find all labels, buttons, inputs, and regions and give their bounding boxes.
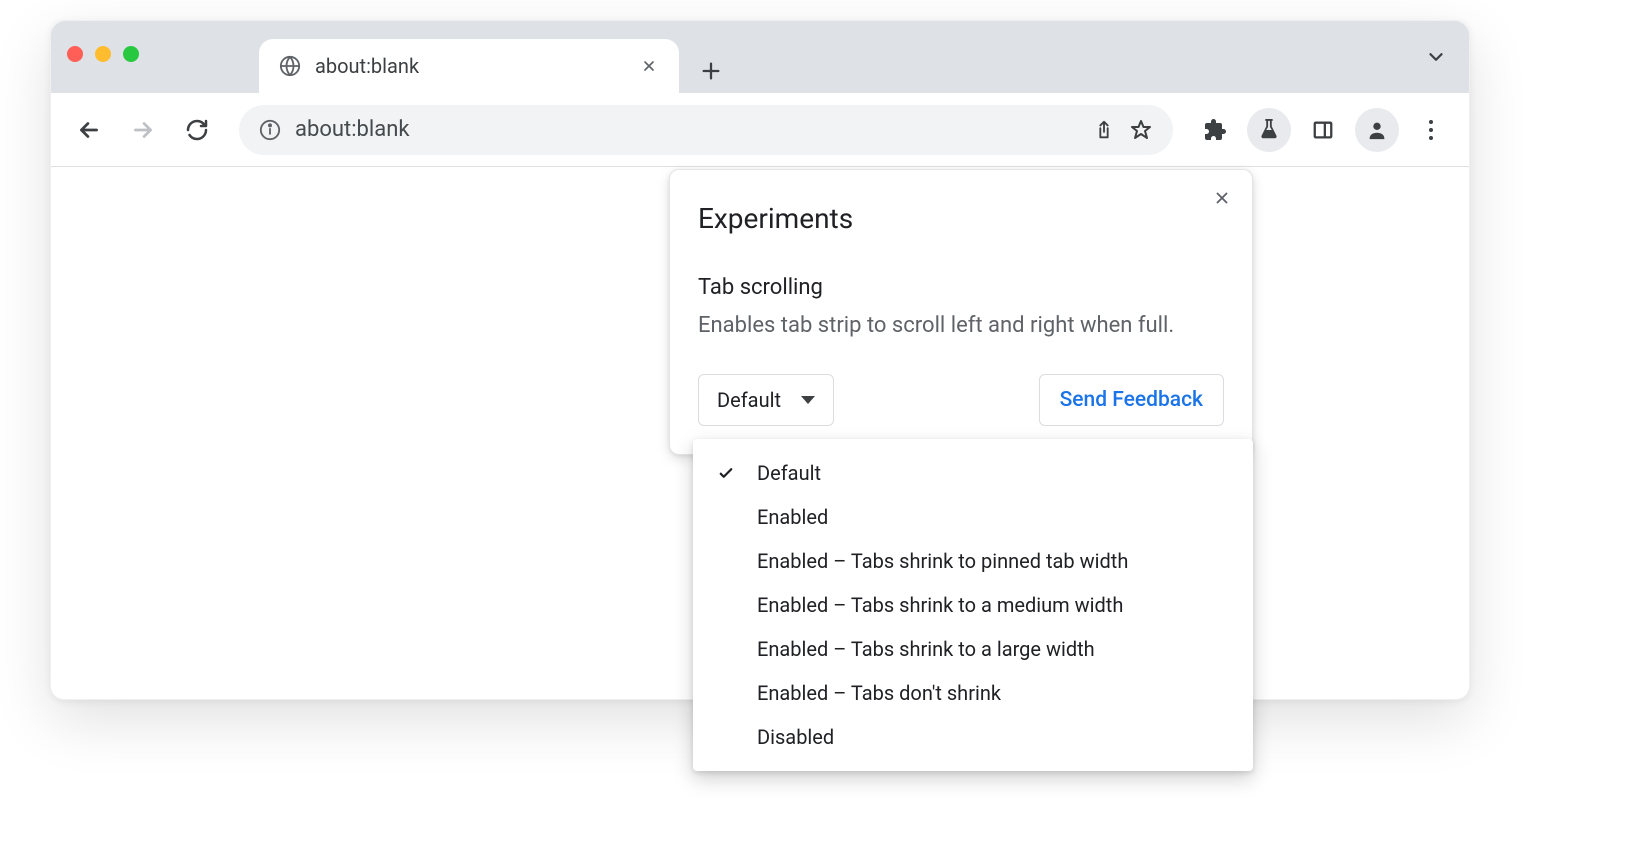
dropdown-item-label: Enabled – Tabs shrink to pinned tab widt… <box>757 549 1231 573</box>
new-tab-button[interactable] <box>689 49 733 93</box>
info-icon[interactable] <box>259 119 281 141</box>
forward-button[interactable] <box>121 108 165 152</box>
tab[interactable]: about:blank <box>259 39 679 93</box>
dropdown-item[interactable]: Enabled <box>693 495 1253 539</box>
tabs-menu-button[interactable] <box>1425 46 1447 68</box>
dropdown-item-label: Enabled <box>757 505 1231 529</box>
popup-close-button[interactable] <box>1206 182 1238 214</box>
side-panel-button[interactable] <box>1301 108 1345 152</box>
browser-window: about:blank about:blank <box>50 20 1470 700</box>
tabs-container: about:blank <box>259 21 733 93</box>
dropdown-item[interactable]: Enabled – Tabs don't shrink <box>693 671 1253 715</box>
share-icon[interactable] <box>1093 119 1115 141</box>
tab-close-button[interactable] <box>639 56 659 76</box>
dropdown-item-label: Disabled <box>757 725 1231 749</box>
reload-button[interactable] <box>175 108 219 152</box>
caret-down-icon <box>801 396 815 404</box>
vertical-dots-icon <box>1429 120 1433 140</box>
send-feedback-label: Send Feedback <box>1060 388 1203 412</box>
window-maximize-button[interactable] <box>123 46 139 62</box>
tab-title: about:blank <box>315 54 625 78</box>
dropdown-item[interactable]: Disabled <box>693 715 1253 759</box>
dropdown-item[interactable]: Enabled – Tabs shrink to a medium width <box>693 583 1253 627</box>
extensions-button[interactable] <box>1193 108 1237 152</box>
window-minimize-button[interactable] <box>95 46 111 62</box>
menu-button[interactable] <box>1409 108 1453 152</box>
dropdown-item-label: Enabled – Tabs shrink to a large width <box>757 637 1231 661</box>
send-feedback-button[interactable]: Send Feedback <box>1039 374 1224 426</box>
dropdown-item[interactable]: Default <box>693 451 1253 495</box>
window-close-button[interactable] <box>67 46 83 62</box>
experiment-select[interactable]: Default <box>698 374 834 426</box>
experiment-name: Tab scrolling <box>698 275 1224 300</box>
dropdown-item[interactable]: Enabled – Tabs shrink to a large width <box>693 627 1253 671</box>
experiment-dropdown: Default Enabled Enabled – Tabs shrink to p… <box>693 439 1253 771</box>
tab-strip: about:blank <box>51 21 1469 93</box>
toolbar: about:blank <box>51 93 1469 167</box>
omnibox-url: about:blank <box>295 117 410 142</box>
back-button[interactable] <box>67 108 111 152</box>
address-bar[interactable]: about:blank <box>239 105 1173 155</box>
dropdown-item-label: Default <box>757 461 1231 485</box>
popup-title: Experiments <box>698 202 1224 235</box>
dropdown-item[interactable]: Enabled – Tabs shrink to pinned tab widt… <box>693 539 1253 583</box>
experiments-popup: Experiments Tab scrolling Enables tab st… <box>669 169 1253 455</box>
check-icon <box>715 464 737 482</box>
star-icon[interactable] <box>1129 118 1153 142</box>
select-value: Default <box>717 388 781 412</box>
dropdown-item-label: Enabled – Tabs don't shrink <box>757 681 1231 705</box>
profile-button[interactable] <box>1355 108 1399 152</box>
experiments-button[interactable] <box>1247 108 1291 152</box>
experiment-description: Enables tab strip to scroll left and rig… <box>698 310 1224 342</box>
dropdown-item-label: Enabled – Tabs shrink to a medium width <box>757 593 1231 617</box>
globe-icon <box>279 55 301 77</box>
window-controls <box>67 46 139 62</box>
